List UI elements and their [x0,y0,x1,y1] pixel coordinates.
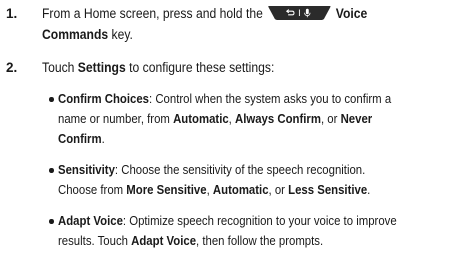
bullet-text: Confirm Choices: Control when the system… [58,89,461,149]
step-text-line-end: key. [108,27,133,42]
bullet-sensitivity: Sensitivity: Choose the sensitivity of t… [42,160,467,200]
bullet-title: Adapt Voice [58,213,123,228]
step-2: 2. Touch Settings to configure these set… [0,57,472,78]
step-text: Touch Settings to configure these settin… [42,57,425,78]
bullet-end: , then follow the prompts. [196,233,324,248]
option-always-confirm: Always Confirm [235,111,321,126]
bullet-text: Adapt Voice: Optimize speech recognition… [58,211,461,251]
voice-key-label: Voice [335,6,368,21]
bullet-end: . [367,182,371,197]
bullet-desc: name or number, from [58,111,174,126]
step-text-line: From a Home screen, press and hold the [42,6,263,21]
bullet-confirm-choices: Confirm Choices: Control when the system… [42,89,467,149]
step-number: 2. [6,60,18,75]
option-less-sensitive: Less Sensitive [288,182,368,197]
bullet-icon [49,168,54,173]
settings-label: Settings [77,60,126,75]
bullet-sep: , or [320,111,341,126]
voice-commands-key-icon [267,5,332,21]
bullet-text: Sensitivity: Choose the sensitivity of t… [58,160,461,200]
bullet-desc: results. Touch [58,233,132,248]
step-1: 1. From a Home screen, press and hold th… [0,3,472,45]
bullet-desc: : Choose the sensitivity of the speech r… [114,162,366,177]
bullet-desc: Choose from [58,182,127,197]
bullet-adapt-voice: Adapt Voice: Optimize speech recognition… [42,211,467,251]
commands-key-label: Commands [42,27,109,42]
bullet-icon [49,97,54,102]
option-automatic: Automatic [173,111,229,126]
bullet-sep: , or [268,182,289,197]
manual-page: 1. From a Home screen, press and hold th… [0,0,472,270]
bullet-desc: : Optimize speech recognition to your vo… [122,213,397,228]
voice-commands-key-shape [268,6,331,20]
option-never-confirm: Never [340,111,373,126]
bullet-end: . [101,131,105,146]
option-never-confirm-cont: Confirm [58,131,102,146]
step-number: 1. [6,6,18,21]
option-automatic: Automatic [212,182,269,197]
option-adapt-voice: Adapt Voice [131,233,197,248]
bullet-desc: : Control when the system asks you to co… [149,91,392,106]
step-text-pre: Touch [42,60,78,75]
option-more-sensitive: More Sensitive [126,182,207,197]
step-text: From a Home screen, press and hold the V… [42,3,425,45]
bullet-title: Sensitivity [58,162,115,177]
bullet-title: Confirm Choices [58,91,150,106]
step-text-post: to configure these settings: [125,60,275,75]
bullet-icon [49,219,54,224]
